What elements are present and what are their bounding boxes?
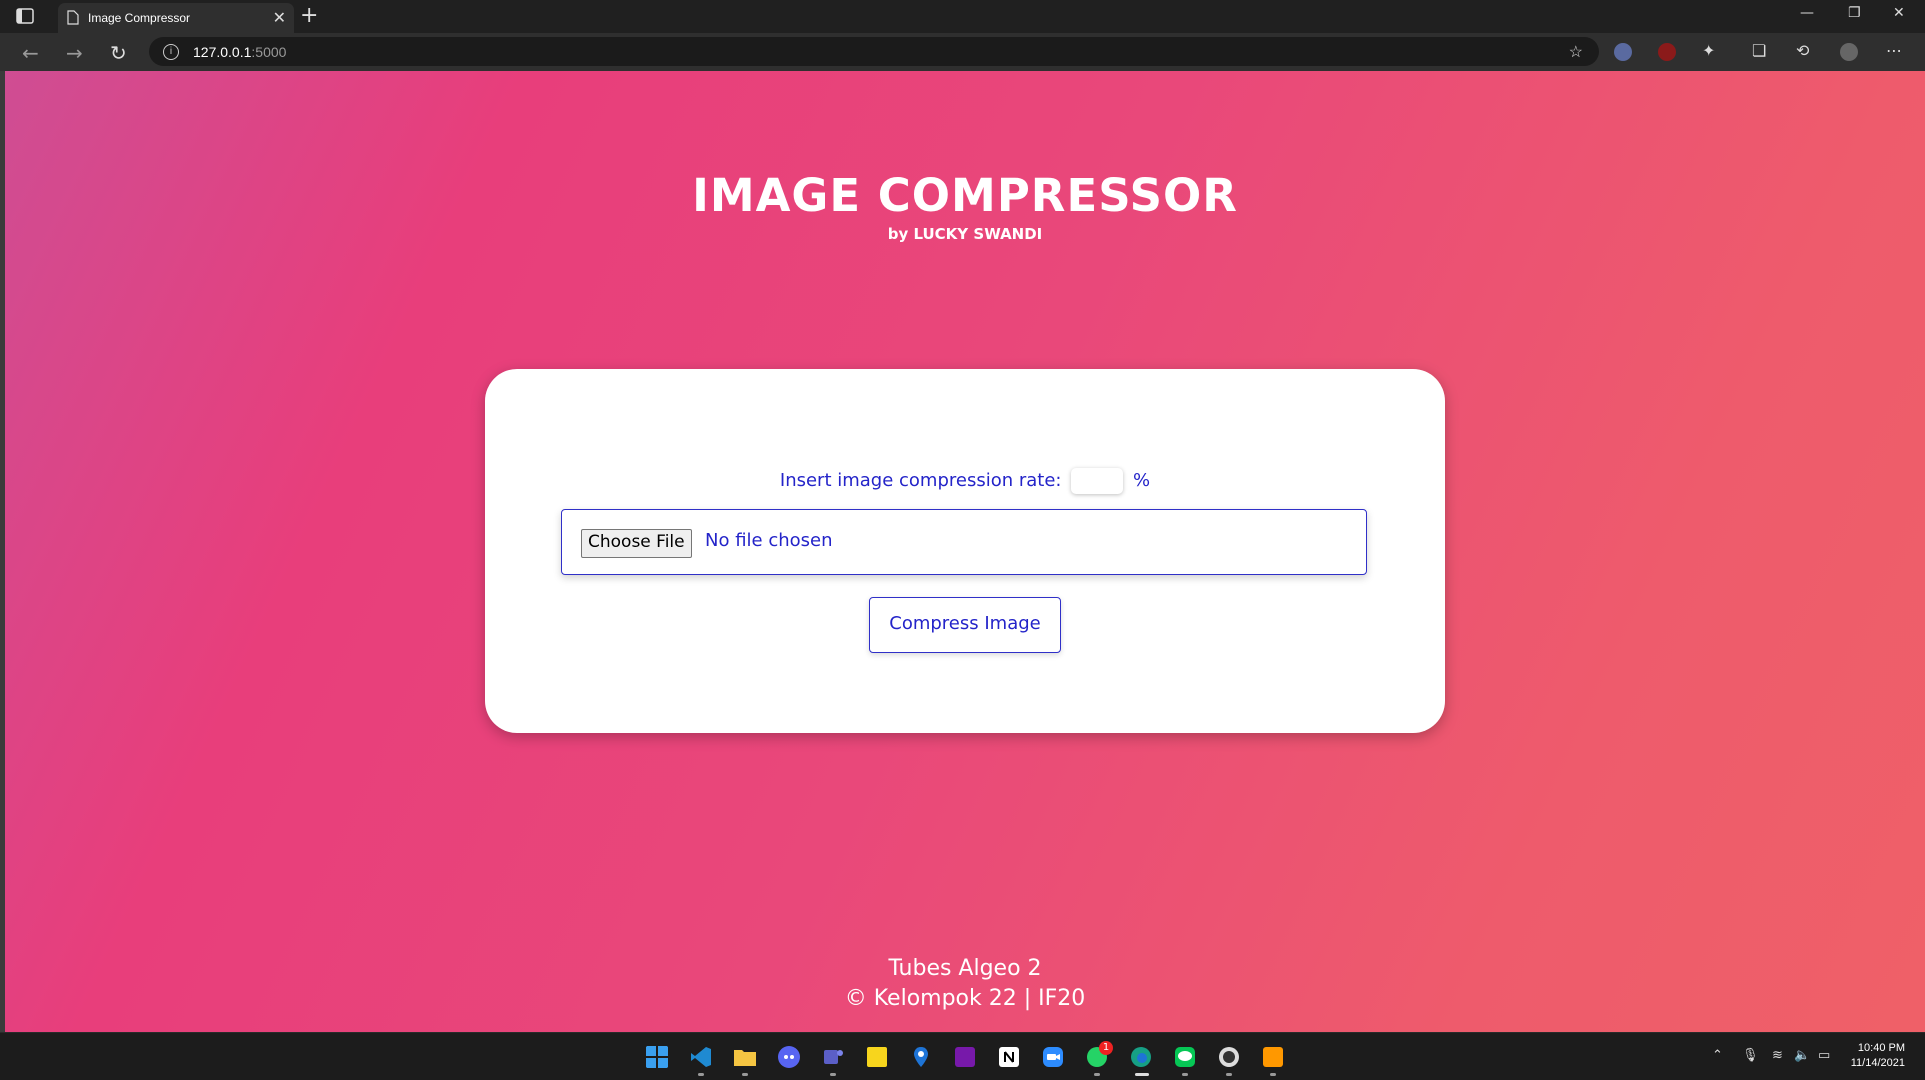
address-bar[interactable]: i 127.0.0.1:5000 ☆ <box>149 37 1599 66</box>
page-subtitle: by LUCKY SWANDI <box>887 225 1043 243</box>
teams-icon[interactable] <box>821 1045 845 1069</box>
page-footer: Tubes Algeo 2 © Kelompok 22 | IF20 <box>5 954 1925 1014</box>
compression-rate-input[interactable] <box>1071 468 1124 494</box>
edge-icon[interactable] <box>1129 1045 1153 1069</box>
tray-overflow-icon[interactable]: ⌃ <box>1712 1048 1723 1063</box>
vscode-icon[interactable] <box>689 1045 713 1069</box>
profile-avatar-icon[interactable] <box>1840 43 1858 61</box>
sublime-icon[interactable] <box>1261 1045 1285 1069</box>
github-running-indicator <box>1226 1073 1232 1076</box>
compress-image-button[interactable]: Compress Image <box>869 597 1061 653</box>
teams-running-indicator <box>830 1073 836 1076</box>
taskbar: 1 ⌃ 🎙 ≋ 🔈 ▭ 10:40 PM 11/14/2021 <box>0 1032 1925 1080</box>
notification-badge: 1 <box>1099 1041 1113 1055</box>
edge-active-indicator <box>1135 1073 1149 1076</box>
new-tab-icon[interactable]: + <box>300 3 318 28</box>
back-icon[interactable]: ← <box>22 41 39 65</box>
sticky-notes-icon[interactable] <box>865 1045 889 1069</box>
site-info-icon[interactable]: i <box>163 44 179 60</box>
vscode-running-indicator <box>698 1073 704 1076</box>
discord-icon[interactable] <box>777 1045 801 1069</box>
document-icon <box>67 10 79 25</box>
volume-icon[interactable]: 🔈 <box>1794 1048 1810 1063</box>
maps-icon[interactable] <box>909 1045 933 1069</box>
footer-line-2: © Kelompok 22 | IF20 <box>844 986 1086 1011</box>
collections-icon[interactable]: ❏ <box>1752 41 1766 60</box>
system-clock[interactable]: 10:40 PM 11/14/2021 <box>1851 1041 1905 1071</box>
minimize-icon[interactable]: — <box>1800 5 1814 21</box>
whatsapp-running-indicator <box>1094 1073 1100 1076</box>
window-close-icon[interactable]: ✕ <box>1893 5 1905 21</box>
page-viewport: IMAGE COMPRESSOR by LUCKY SWANDI Insert … <box>5 71 1925 1032</box>
file-input[interactable]: Choose File No file chosen <box>561 509 1367 575</box>
percent-unit: % <box>1132 470 1151 491</box>
tab-title: Image Compressor <box>88 11 191 25</box>
compression-rate-row: Insert image compression rate: % <box>485 468 1445 494</box>
file-explorer-icon[interactable] <box>733 1045 757 1069</box>
add-favorite-icon[interactable]: ☆ <box>1569 42 1583 62</box>
reload-icon[interactable]: ↻ <box>110 41 127 65</box>
footer-line-1: Tubes Algeo 2 <box>888 956 1042 981</box>
line-running-indicator <box>1182 1073 1188 1076</box>
start-icon[interactable] <box>645 1045 669 1069</box>
browser-toolbar: ← → ↻ i 127.0.0.1:5000 ☆ ✦ ❏ ⟲ ⋯ <box>0 33 1925 71</box>
notion-icon[interactable] <box>997 1045 1021 1069</box>
zoom-icon[interactable] <box>1041 1045 1065 1069</box>
compression-rate-label: Insert image compression rate: <box>779 470 1062 491</box>
more-menu-icon[interactable]: ⋯ <box>1886 41 1902 60</box>
file-status-text: No file chosen <box>705 530 833 551</box>
line-icon[interactable] <box>1173 1045 1197 1069</box>
battery-icon[interactable]: ▭ <box>1818 1048 1830 1063</box>
choose-file-button[interactable]: Choose File <box>581 529 692 558</box>
browser-tab[interactable]: Image Compressor ✕ <box>58 3 294 33</box>
wifi-icon[interactable]: ≋ <box>1772 1048 1783 1063</box>
clock-time: 10:40 PM <box>1857 1042 1905 1054</box>
restore-icon[interactable]: ❐ <box>1848 5 1861 21</box>
tab-actions-icon[interactable] <box>16 8 34 24</box>
ublock-icon[interactable] <box>1658 43 1676 61</box>
browser-titlebar: Image Compressor ✕ + — ❐ ✕ <box>0 0 1925 33</box>
close-tab-icon[interactable]: ✕ <box>273 8 286 28</box>
clock-date: 11/14/2021 <box>1850 1057 1905 1069</box>
forward-icon[interactable]: → <box>66 41 83 65</box>
page-title: IMAGE COMPRESSOR <box>692 169 1238 222</box>
extension-icon[interactable] <box>1614 43 1632 61</box>
compress-form-card: Insert image compression rate: % Choose … <box>485 369 1445 733</box>
github-desktop-icon[interactable] <box>1217 1045 1241 1069</box>
microphone-icon[interactable]: 🎙 <box>1742 1048 1759 1063</box>
onenote-icon[interactable] <box>953 1045 977 1069</box>
history-icon[interactable]: ⟲ <box>1796 41 1809 60</box>
url-text[interactable]: 127.0.0.1:5000 <box>193 44 286 60</box>
extensions-icon[interactable]: ✦ <box>1702 41 1715 60</box>
explorer-running-indicator <box>742 1073 748 1076</box>
sublime-running-indicator <box>1270 1073 1276 1076</box>
